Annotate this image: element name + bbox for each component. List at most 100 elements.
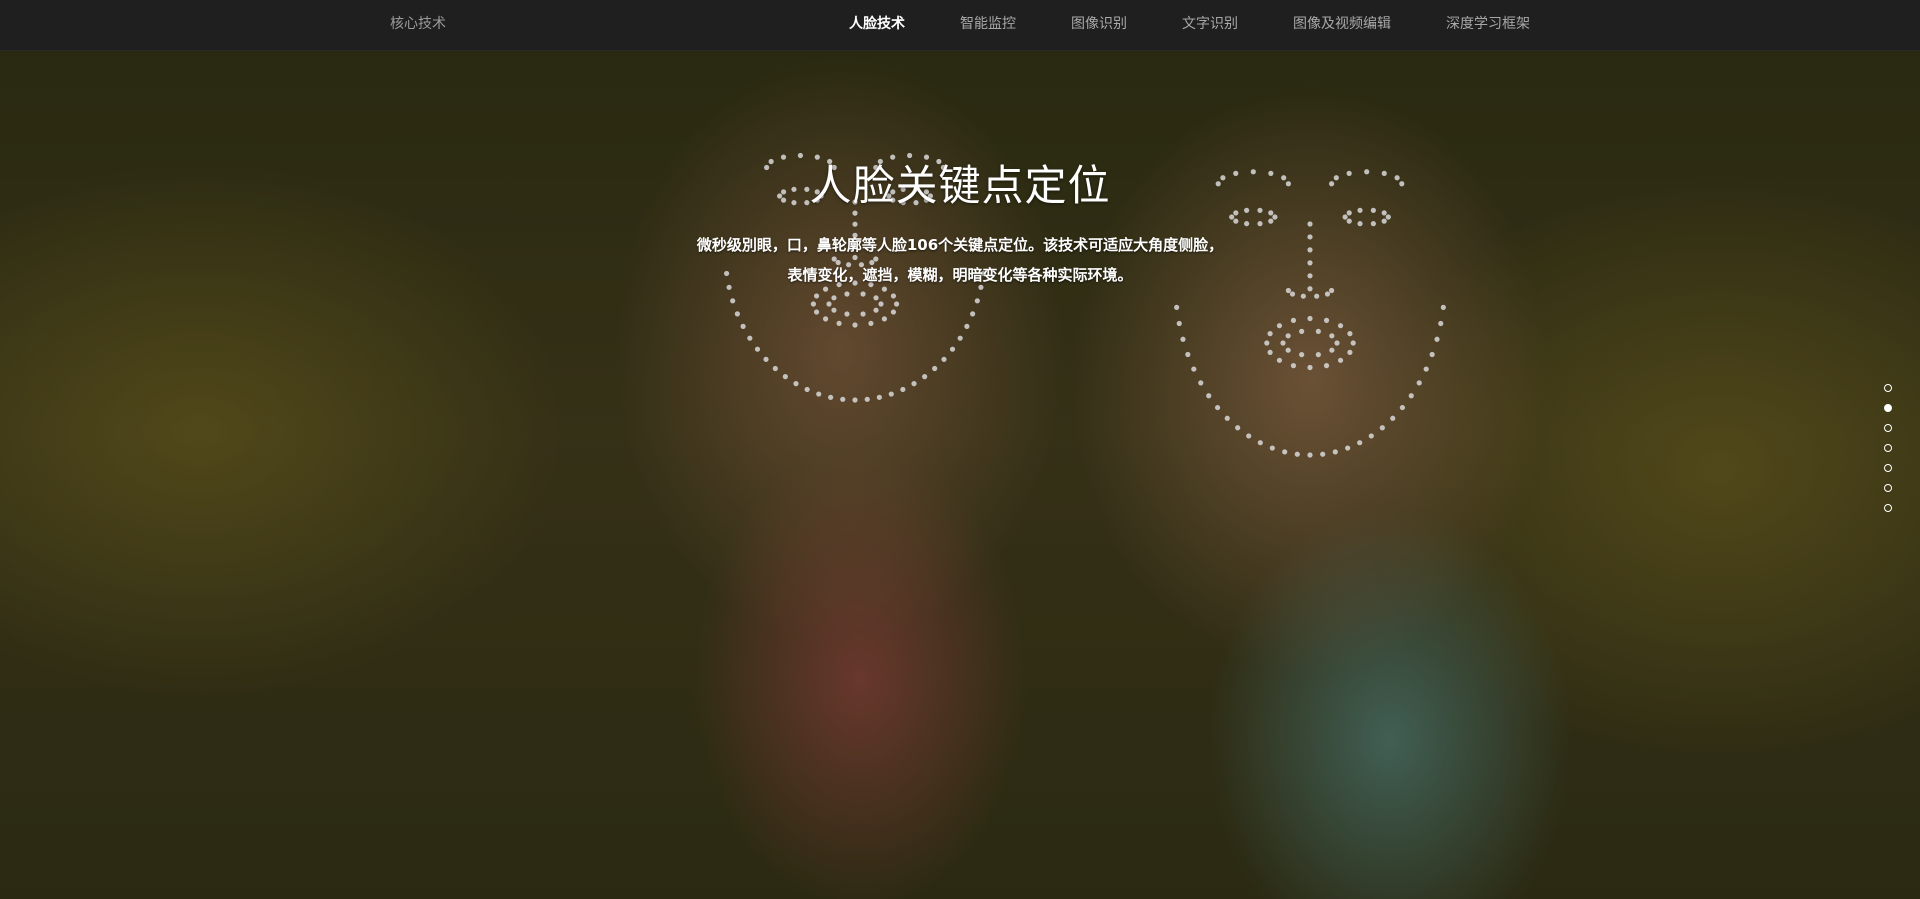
- pager-dot-6[interactable]: [1884, 484, 1892, 492]
- landmark-mouth-dot: [860, 311, 866, 317]
- pager-dot-7[interactable]: [1884, 504, 1892, 512]
- landmark-jaw-dot: [1191, 366, 1197, 372]
- hero-title: 人脸关键点定位: [809, 161, 1111, 210]
- landmark-mouth-dot: [1299, 352, 1305, 358]
- landmark-jaw-dot: [730, 298, 736, 304]
- landmark-mouth-dot: [881, 316, 888, 322]
- landmark-nose-dot: [852, 221, 858, 227]
- landmark-mouth-dot: [1280, 340, 1286, 346]
- nav-item-deep-learning-framework[interactable]: 深度学习框架: [1446, 0, 1530, 48]
- landmark-nose-dot: [1289, 291, 1296, 297]
- landmark-mouth-dot: [1329, 333, 1335, 339]
- landmark-eye-dot: [1257, 221, 1263, 227]
- landmark-jaw-dot: [922, 374, 928, 380]
- landmark-mouth-dot: [1285, 333, 1291, 339]
- landmark-mouth-dot: [1315, 352, 1321, 358]
- landmark-mouth-dot: [894, 301, 900, 307]
- landmark-jaw-dot: [1176, 320, 1182, 327]
- landmark-jaw-dot: [911, 381, 917, 387]
- landmark-jaw-dot: [888, 391, 894, 397]
- landmark-jaw-dot: [772, 365, 778, 372]
- landmark-mouth-dot: [1299, 328, 1305, 334]
- landmark-jaw-dot: [1206, 393, 1212, 399]
- landmark-jaw-dot: [754, 346, 761, 352]
- landmark-mouth-dot: [1290, 317, 1297, 323]
- landmark-jaw-dot: [804, 386, 810, 393]
- nav-item-image-video-editing[interactable]: 图像及视频编辑: [1293, 0, 1391, 48]
- landmark-mouth-dot: [890, 309, 897, 315]
- landmark-jaw-dot: [1246, 433, 1252, 439]
- landmark-jaw-dot: [1408, 393, 1414, 399]
- pager-dot-5[interactable]: [1884, 464, 1892, 472]
- landmark-jaw-dot: [1379, 425, 1385, 431]
- landmark-jaw-dot: [1180, 336, 1186, 342]
- landmark-mouth-dot: [1315, 328, 1321, 334]
- nav-item-smart-monitoring[interactable]: 智能监控: [960, 0, 1016, 48]
- landmark-mouth-dot: [1323, 317, 1330, 323]
- landmark-jaw-dot: [1174, 304, 1180, 310]
- landmark-mouth-dot: [1337, 357, 1344, 363]
- landmark-jaw-dot: [1307, 452, 1313, 458]
- landmark-jaw-dot: [1198, 380, 1204, 386]
- pager-dot-3[interactable]: [1884, 424, 1892, 432]
- landmark-jaw-dot: [974, 298, 980, 304]
- landmark-mouth-dot: [1307, 315, 1313, 322]
- hero-banner-image: 人脸关键点定位 微秒级別眼，口，鼻轮廓等人脸106个关键点定位。该技术可适应大角…: [0, 50, 1920, 899]
- pager-dot-1[interactable]: [1884, 384, 1892, 392]
- pager-dot-2[interactable]: [1884, 404, 1892, 412]
- landmark-jaw-dot: [793, 381, 799, 387]
- landmark-jaw-dot: [1294, 451, 1300, 457]
- landmark-jaw-dot: [1345, 445, 1351, 451]
- landmark-jaw-dot: [852, 397, 858, 403]
- landmark-jaw-dot: [1185, 351, 1191, 358]
- landmark-jaw-dot: [747, 335, 753, 341]
- landmark-jaw-dot: [876, 394, 882, 400]
- landmark-jaw-dot: [763, 356, 769, 362]
- landmark-mouth-dot: [1267, 331, 1273, 337]
- landmark-mouth-dot: [873, 295, 879, 301]
- landmark-mouth-dot: [878, 301, 884, 307]
- landmark-nose-dot: [1307, 221, 1313, 227]
- pager-dot-4[interactable]: [1884, 444, 1892, 452]
- landmark-mouth-dot: [810, 301, 817, 307]
- landmark-eye-dot: [1233, 218, 1239, 224]
- landmark-jaw-dot: [734, 311, 740, 317]
- landmark-eye-dot: [1272, 214, 1278, 220]
- landmark-mouth-dot: [1290, 363, 1297, 369]
- landmark-jaw-dot: [1399, 404, 1406, 411]
- nav-item-image-recognition[interactable]: 图像识别: [1071, 0, 1127, 48]
- landmark-nose-dot: [1314, 293, 1320, 299]
- landmark-eye-dot: [1370, 221, 1376, 227]
- landmark-jaw-dot: [840, 396, 846, 402]
- nav-item-face-tech[interactable]: 人脸技术: [849, 0, 905, 48]
- landmark-jaw-dot: [964, 323, 970, 329]
- landmark-mouth-dot: [1329, 347, 1335, 353]
- hero-description: 微秒级別眼，口，鼻轮廓等人脸106个关键点定位。该技术可适应大角度侧脸， 表情变…: [0, 230, 1920, 290]
- landmark-jaw-dot: [1429, 351, 1435, 358]
- landmark-eye-dot: [1381, 218, 1387, 224]
- landmark-jaw-dot: [740, 323, 746, 329]
- landmark-jaw-dot: [957, 335, 963, 341]
- landmark-jaw-dot: [1235, 425, 1241, 431]
- landmark-mouth-dot: [844, 311, 850, 317]
- landmark-jaw-dot: [941, 356, 947, 362]
- landmark-mouth-dot: [1350, 340, 1356, 346]
- landmark-jaw-dot: [949, 346, 956, 352]
- landmark-eye-dot: [1346, 218, 1352, 224]
- landmark-mouth-dot: [831, 295, 837, 301]
- landmark-jaw-dot: [970, 311, 976, 317]
- landmark-mouth-dot: [1264, 340, 1270, 346]
- nav-item-text-recognition[interactable]: 文字识别: [1182, 0, 1238, 48]
- main-nav: 人脸技术 智能监控 图像识别 文字识别 图像及视频编辑 深度学习框架: [0, 0, 1920, 48]
- landmark-mouth-dot: [873, 307, 879, 313]
- landmark-mouth-dot: [813, 309, 820, 315]
- landmark-mouth-dot: [852, 322, 858, 328]
- landmark-jaw-dot: [1269, 445, 1275, 451]
- landmark-mouth-dot: [1285, 347, 1291, 353]
- landmark-nose-dot: [1324, 291, 1331, 297]
- landmark-nose-dot: [1300, 293, 1306, 299]
- top-navigation-bar: 核心技术 人脸技术 智能监控 图像识别 文字识别 图像及视频编辑 深度学习框架: [0, 0, 1920, 51]
- hero-description-line-1: 微秒级別眼，口，鼻轮廓等人脸106个关键点定位。该技术可适应大角度侧脸，: [696, 236, 1224, 254]
- landmark-mouth-dot: [1347, 349, 1353, 355]
- landmark-jaw-dot: [1390, 415, 1396, 421]
